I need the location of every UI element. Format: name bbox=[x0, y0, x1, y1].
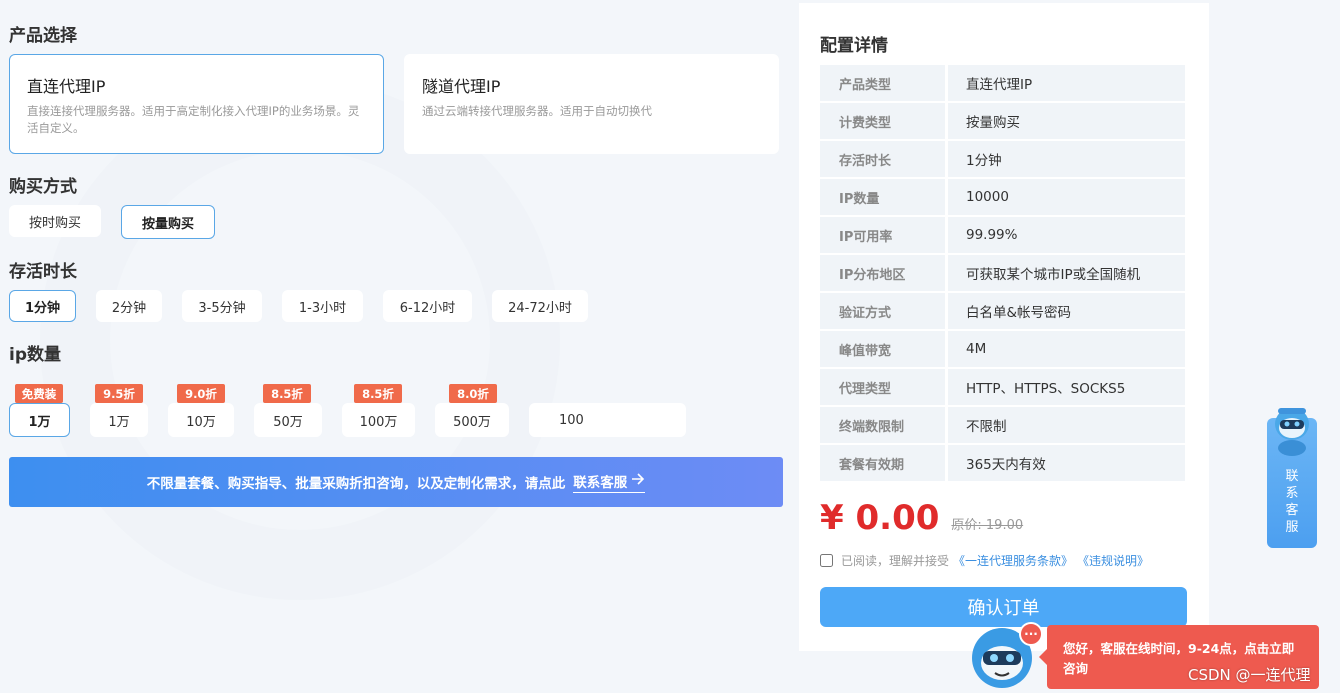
config-row: 代理类型 HTTP、HTTPS、SOCKS5 bbox=[820, 369, 1185, 405]
config-row: 验证方式 白名单&帐号密码 bbox=[820, 293, 1185, 329]
duration-option[interactable]: 2分钟 bbox=[96, 290, 162, 322]
config-value: 白名单&帐号密码 bbox=[948, 293, 1185, 329]
config-row: IP数量 10000 bbox=[820, 179, 1185, 215]
arrow-right-icon bbox=[631, 473, 645, 489]
quantity-option[interactable]: 100万 bbox=[342, 403, 415, 437]
config-key: IP分布地区 bbox=[820, 255, 945, 291]
config-row: 终端数限制 不限制 bbox=[820, 407, 1185, 443]
config-value: 按量购买 bbox=[948, 103, 1185, 139]
contact-service-link[interactable]: 联系客服 bbox=[573, 471, 646, 493]
config-value: 直连代理IP bbox=[948, 65, 1185, 101]
purchase-by-volume-button[interactable]: 按量购买 bbox=[121, 205, 215, 239]
chat-more-icon: ··· bbox=[1019, 622, 1043, 646]
quantity-option[interactable]: 50万 bbox=[254, 403, 322, 437]
product-card-direct[interactable]: 直连代理IP 直接连接代理服务器。适用于高定制化接入代理IP的业务场景。灵活自定… bbox=[9, 54, 384, 154]
background-decoration bbox=[40, 80, 560, 600]
quantity-option[interactable]: 1万 bbox=[90, 403, 148, 437]
terms-link[interactable]: 《一连代理服务条款》 bbox=[953, 552, 1073, 569]
config-key: IP可用率 bbox=[820, 217, 945, 253]
config-value: 不限制 bbox=[948, 407, 1185, 443]
agree-checkbox[interactable] bbox=[820, 554, 833, 567]
contact-banner[interactable]: 不限量套餐、购买指导、批量采购折扣咨询，以及定制化需求，请点此 联系客服 bbox=[9, 457, 783, 507]
config-row: 计费类型 按量购买 bbox=[820, 103, 1185, 139]
quantity-section-title: ip数量 bbox=[9, 345, 61, 365]
side-char: 联 bbox=[1285, 469, 1299, 484]
config-value: 10000 bbox=[948, 179, 1185, 215]
config-key: 峰值带宽 bbox=[820, 331, 945, 367]
config-key: 计费类型 bbox=[820, 103, 945, 139]
current-price: ¥ 0.00 bbox=[820, 498, 940, 538]
quantity-option[interactable]: 500万 bbox=[435, 403, 509, 437]
product-title: 隧道代理IP bbox=[422, 77, 501, 96]
duration-option[interactable]: 6-12小时 bbox=[383, 290, 472, 322]
config-row: 产品类型 直连代理IP bbox=[820, 65, 1185, 101]
mascot-icon bbox=[1275, 408, 1309, 456]
purchase-section-title: 购买方式 bbox=[9, 177, 77, 197]
original-price: 原价: 19.00 bbox=[951, 518, 1024, 533]
duration-option[interactable]: 1分钟 bbox=[9, 290, 76, 322]
confirm-order-button[interactable]: 确认订单 bbox=[820, 587, 1187, 627]
agreement: 已阅读，理解并接受 《一连代理服务条款》 《违规说明》 bbox=[820, 552, 1149, 569]
config-row: 存活时长 1分钟 bbox=[820, 141, 1185, 177]
config-table: 产品类型 直连代理IP 计费类型 按量购买 存活时长 1分钟 IP数量 10000 IP… bbox=[820, 65, 1185, 483]
side-char: 客 bbox=[1285, 503, 1299, 518]
config-row: IP分布地区 可获取某个城市IP或全国随机 bbox=[820, 255, 1185, 291]
price-display: ¥ 0.00 原价: 19.00 bbox=[820, 498, 1023, 538]
config-value: 可获取某个城市IP或全国随机 bbox=[948, 255, 1185, 291]
config-key: 存活时长 bbox=[820, 141, 945, 177]
discount-badge: 8.5折 bbox=[354, 384, 402, 403]
contact-link-label: 联系客服 bbox=[573, 475, 628, 491]
config-title: 配置详情 bbox=[820, 36, 888, 56]
side-char: 服 bbox=[1285, 520, 1299, 535]
product-title: 直连代理IP bbox=[27, 77, 106, 96]
config-key: IP数量 bbox=[820, 179, 945, 215]
config-key: 验证方式 bbox=[820, 293, 945, 329]
discount-badge: 8.0折 bbox=[449, 384, 497, 403]
product-desc: 通过云端转接代理服务器。适用于自动切换代 bbox=[422, 104, 652, 118]
banner-text: 不限量套餐、购买指导、批量采购折扣咨询，以及定制化需求，请点此 bbox=[146, 476, 566, 492]
duration-option[interactable]: 24-72小时 bbox=[492, 290, 588, 322]
config-panel: 配置详情 产品类型 直连代理IP 计费类型 按量购买 存活时长 1分钟 IP数量 100… bbox=[799, 3, 1209, 651]
purchase-by-time-button[interactable]: 按时购买 bbox=[9, 205, 101, 237]
side-char: 系 bbox=[1285, 486, 1299, 501]
config-value: 4M bbox=[948, 331, 1185, 367]
discount-badge: 9.5折 bbox=[95, 384, 143, 403]
quantity-option[interactable]: 10万 bbox=[168, 403, 234, 437]
quantity-option[interactable]: 1万 bbox=[9, 403, 70, 437]
config-key: 套餐有效期 bbox=[820, 445, 945, 481]
agree-text: 已阅读，理解并接受 bbox=[841, 554, 950, 568]
product-section-title: 产品选择 bbox=[9, 26, 77, 46]
config-value: 1分钟 bbox=[948, 141, 1185, 177]
config-value: 99.99% bbox=[948, 217, 1185, 253]
product-desc: 直接连接代理服务器。适用于高定制化接入代理IP的业务场景。灵活自定义。 bbox=[27, 104, 360, 135]
config-key: 产品类型 bbox=[820, 65, 945, 101]
duration-option[interactable]: 1-3小时 bbox=[282, 290, 363, 322]
config-key: 代理类型 bbox=[820, 369, 945, 405]
discount-badge: 免费装 bbox=[15, 384, 63, 403]
config-key: 终端数限制 bbox=[820, 407, 945, 443]
product-card-tunnel[interactable]: 隧道代理IP 通过云端转接代理服务器。适用于自动切换代 bbox=[404, 54, 779, 154]
rules-link[interactable]: 《违规说明》 bbox=[1077, 552, 1149, 569]
custom-quantity-input[interactable] bbox=[529, 403, 686, 437]
duration-section-title: 存活时长 bbox=[9, 262, 77, 282]
discount-badge: 9.0折 bbox=[177, 384, 225, 403]
watermark: CSDN @一连代理 bbox=[1188, 666, 1311, 684]
config-value: 365天内有效 bbox=[948, 445, 1185, 481]
discount-badge: 8.5折 bbox=[263, 384, 311, 403]
config-row: 峰值带宽 4M bbox=[820, 331, 1185, 367]
config-row: 套餐有效期 365天内有效 bbox=[820, 445, 1185, 481]
config-value: HTTP、HTTPS、SOCKS5 bbox=[948, 369, 1185, 405]
duration-option[interactable]: 3-5分钟 bbox=[182, 290, 262, 322]
config-row: IP可用率 99.99% bbox=[820, 217, 1185, 253]
